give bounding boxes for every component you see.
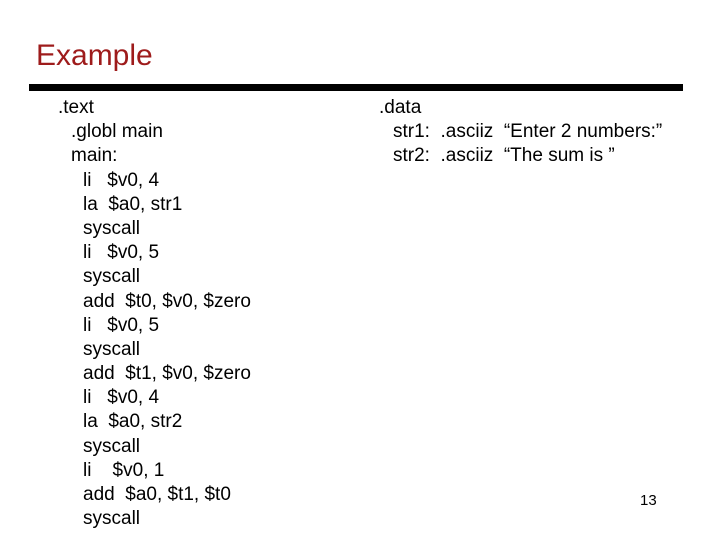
- code-line: li $v0, 5: [83, 314, 160, 336]
- code-block-text-segment: .text .globl main main: li $v0, 4 la $a0, st…: [50, 96, 251, 531]
- code-line: syscall: [83, 217, 141, 239]
- code-line: .globl main: [71, 121, 163, 143]
- code-line: str2: .asciiz “The sum is ”: [393, 145, 615, 167]
- title-divider-rule: [29, 84, 683, 91]
- code-line: la $a0, str2: [83, 411, 183, 433]
- code-line: .text: [58, 97, 94, 118]
- code-line: syscall: [83, 508, 141, 530]
- code-line: main:: [71, 145, 118, 167]
- code-line: la $a0, str1: [83, 193, 183, 215]
- code-line: add $t1, $v0, $zero: [83, 363, 251, 385]
- code-line: syscall: [83, 435, 141, 457]
- code-line: li $v0, 1: [83, 459, 165, 481]
- code-line: str1: .asciiz “Enter 2 numbers:”: [393, 121, 663, 143]
- code-line: add $t0, $v0, $zero: [83, 290, 251, 312]
- code-line: li $v0, 5: [83, 242, 160, 264]
- code-line: add $a0, $t1, $t0: [83, 484, 231, 505]
- code-block-data-segment: .data str1: .asciiz “Enter 2 numbers:” str…: [371, 96, 662, 169]
- page-title: Example: [36, 39, 153, 72]
- code-line: li $v0, 4: [83, 169, 160, 191]
- slide-canvas: Example .text .globl main main: li $v0, 4 la…: [0, 0, 720, 540]
- page-number: 13: [640, 492, 657, 509]
- code-line: syscall: [83, 338, 141, 360]
- code-line: .data: [379, 97, 422, 118]
- code-line: li $v0, 4: [83, 387, 160, 409]
- code-line: syscall: [83, 266, 141, 288]
